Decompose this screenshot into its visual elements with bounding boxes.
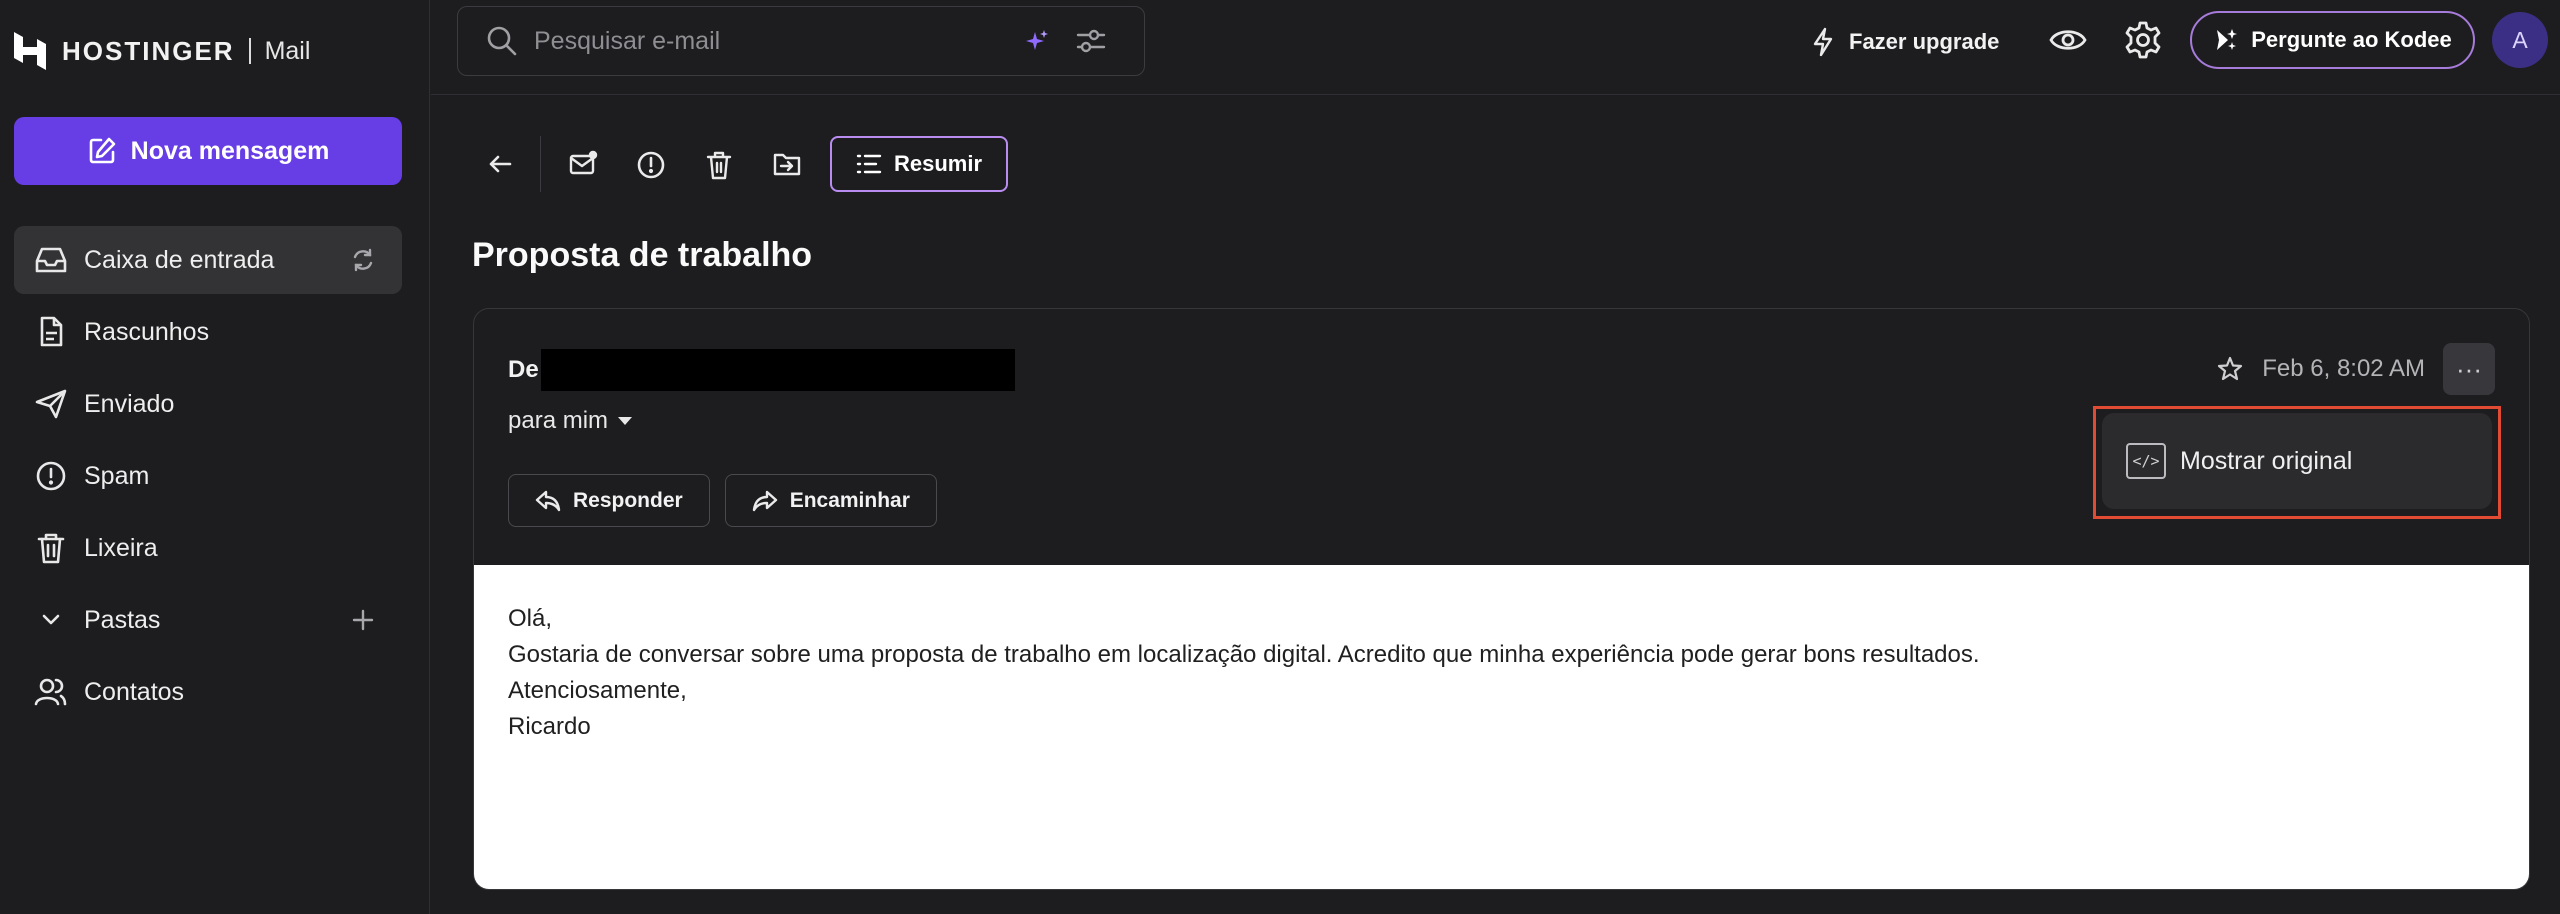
forward-label: Encaminhar <box>789 488 910 512</box>
message-body: Olá, Gostaria de conversar sobre uma pro… <box>474 565 2529 889</box>
body-line: Ricardo <box>508 713 591 740</box>
ai-sparkle-icon[interactable] <box>1024 28 1050 54</box>
move-to-folder-icon[interactable] <box>772 150 802 178</box>
sidebar-item-spam[interactable]: Spam <box>14 442 402 510</box>
draft-icon <box>34 316 68 348</box>
sidebar-nav: Caixa de entrada Rascunhos Enviado Spam … <box>14 226 402 730</box>
sidebar-item-trash[interactable]: Lixeira <box>14 514 402 582</box>
search-icon <box>486 25 518 57</box>
hostinger-logo-icon <box>12 30 48 72</box>
more-horizontal-icon: ··· <box>2456 353 2482 384</box>
trash-icon <box>34 532 68 564</box>
sidebar-item-label: Enviado <box>84 389 175 418</box>
contacts-icon <box>34 676 68 708</box>
sidebar-item-drafts[interactable]: Rascunhos <box>14 298 402 366</box>
message-date: Feb 6, 8:02 AM <box>2262 355 2425 382</box>
kodee-icon <box>2213 27 2239 53</box>
refresh-icon[interactable] <box>350 247 376 273</box>
brand-separator <box>248 38 251 64</box>
chevron-down-icon[interactable] <box>34 604 68 636</box>
show-original-label: Mostrar original <box>2180 446 2353 475</box>
sidebar-item-label: Spam <box>84 461 150 490</box>
new-message-label: Nova mensagem <box>130 136 330 165</box>
search-bar[interactable]: Pesquisar e-mail <box>457 6 1145 76</box>
sidebar-item-label: Lixeira <box>84 533 158 562</box>
sidebar-item-label: Rascunhos <box>84 317 210 346</box>
reply-label: Responder <box>573 488 683 512</box>
reply-icon <box>535 489 561 513</box>
sidebar-item-label: Contatos <box>84 677 185 706</box>
kodee-label: Pergunte ao Kodee <box>2251 27 2452 52</box>
sidebar-item-label: Pastas <box>84 605 161 634</box>
topbar: Pesquisar e-mail Fazer upgrade Pergunte … <box>431 0 2560 95</box>
body-line: Atenciosamente, <box>508 677 687 704</box>
toolbar-divider <box>540 136 541 192</box>
mark-unread-icon[interactable] <box>568 150 598 178</box>
sidebar-item-label: Caixa de entrada <box>84 245 275 274</box>
gear-icon[interactable] <box>2124 21 2162 59</box>
eye-icon[interactable] <box>2049 21 2087 59</box>
caret-down-icon <box>618 417 633 425</box>
sidebar-item-inbox[interactable]: Caixa de entrada <box>14 226 402 294</box>
avatar[interactable]: A <box>2492 12 2548 68</box>
summarize-list-icon <box>856 152 882 176</box>
email-subject: Proposta de trabalho <box>472 236 813 274</box>
show-original-menu-item[interactable]: </> Mostrar original <box>2102 413 2492 509</box>
add-folder-icon[interactable] <box>350 607 376 633</box>
sidebar-item-folders[interactable]: Pastas <box>14 586 402 654</box>
body-line: Olá, <box>508 605 553 632</box>
star-icon[interactable] <box>2216 355 2244 383</box>
delete-icon[interactable] <box>704 150 734 180</box>
redacted-sender <box>540 349 1015 391</box>
brand-logo[interactable]: HOSTINGER Mail <box>12 30 310 72</box>
more-options-button[interactable]: ··· <box>2443 343 2495 395</box>
sender-row: De <box>508 349 1015 391</box>
report-spam-icon[interactable] <box>636 150 666 180</box>
message-actions: Responder Encaminhar <box>508 474 937 527</box>
brand-name: HOSTINGER <box>62 35 235 66</box>
summarize-button[interactable]: Resumir <box>830 136 1008 192</box>
recipients-toggle[interactable]: para mim <box>508 407 633 435</box>
message-toolbar: Resumir <box>476 136 1076 192</box>
compose-icon <box>87 136 117 166</box>
summarize-label: Resumir <box>893 151 983 176</box>
sidebar-item-contacts[interactable]: Contatos <box>14 658 402 726</box>
to-label: para mim <box>508 407 609 434</box>
lightning-icon <box>1811 27 1835 57</box>
from-label: De <box>508 356 539 383</box>
body-line: Gostaria de conversar sobre uma proposta… <box>508 641 1980 668</box>
ask-kodee-button[interactable]: Pergunte ao Kodee <box>2190 11 2475 69</box>
code-icon: </> <box>2126 443 2166 479</box>
brand-product: Mail <box>264 36 311 65</box>
search-input[interactable]: Pesquisar e-mail <box>534 27 1008 56</box>
send-icon <box>34 388 68 420</box>
sidebar: HOSTINGER Mail Nova mensagem Caixa de en… <box>0 0 430 914</box>
upgrade-button[interactable]: Fazer upgrade <box>1811 22 1999 62</box>
filter-icon[interactable] <box>1076 27 1106 55</box>
new-message-button[interactable]: Nova mensagem <box>14 117 402 185</box>
spam-icon <box>34 460 68 492</box>
back-arrow-icon[interactable] <box>486 150 514 178</box>
message-card: De para mim Responder Encaminhar Feb 6, … <box>473 308 2530 890</box>
more-options-dropdown: </> Mostrar original <box>2093 406 2501 519</box>
message-meta: Feb 6, 8:02 AM ··· <box>2216 343 2495 395</box>
reply-button[interactable]: Responder <box>508 474 710 527</box>
sidebar-item-sent[interactable]: Enviado <box>14 370 402 438</box>
inbox-icon <box>34 245 68 275</box>
forward-button[interactable]: Encaminhar <box>724 474 937 527</box>
forward-icon <box>752 489 778 513</box>
upgrade-label: Fazer upgrade <box>1849 29 2000 54</box>
